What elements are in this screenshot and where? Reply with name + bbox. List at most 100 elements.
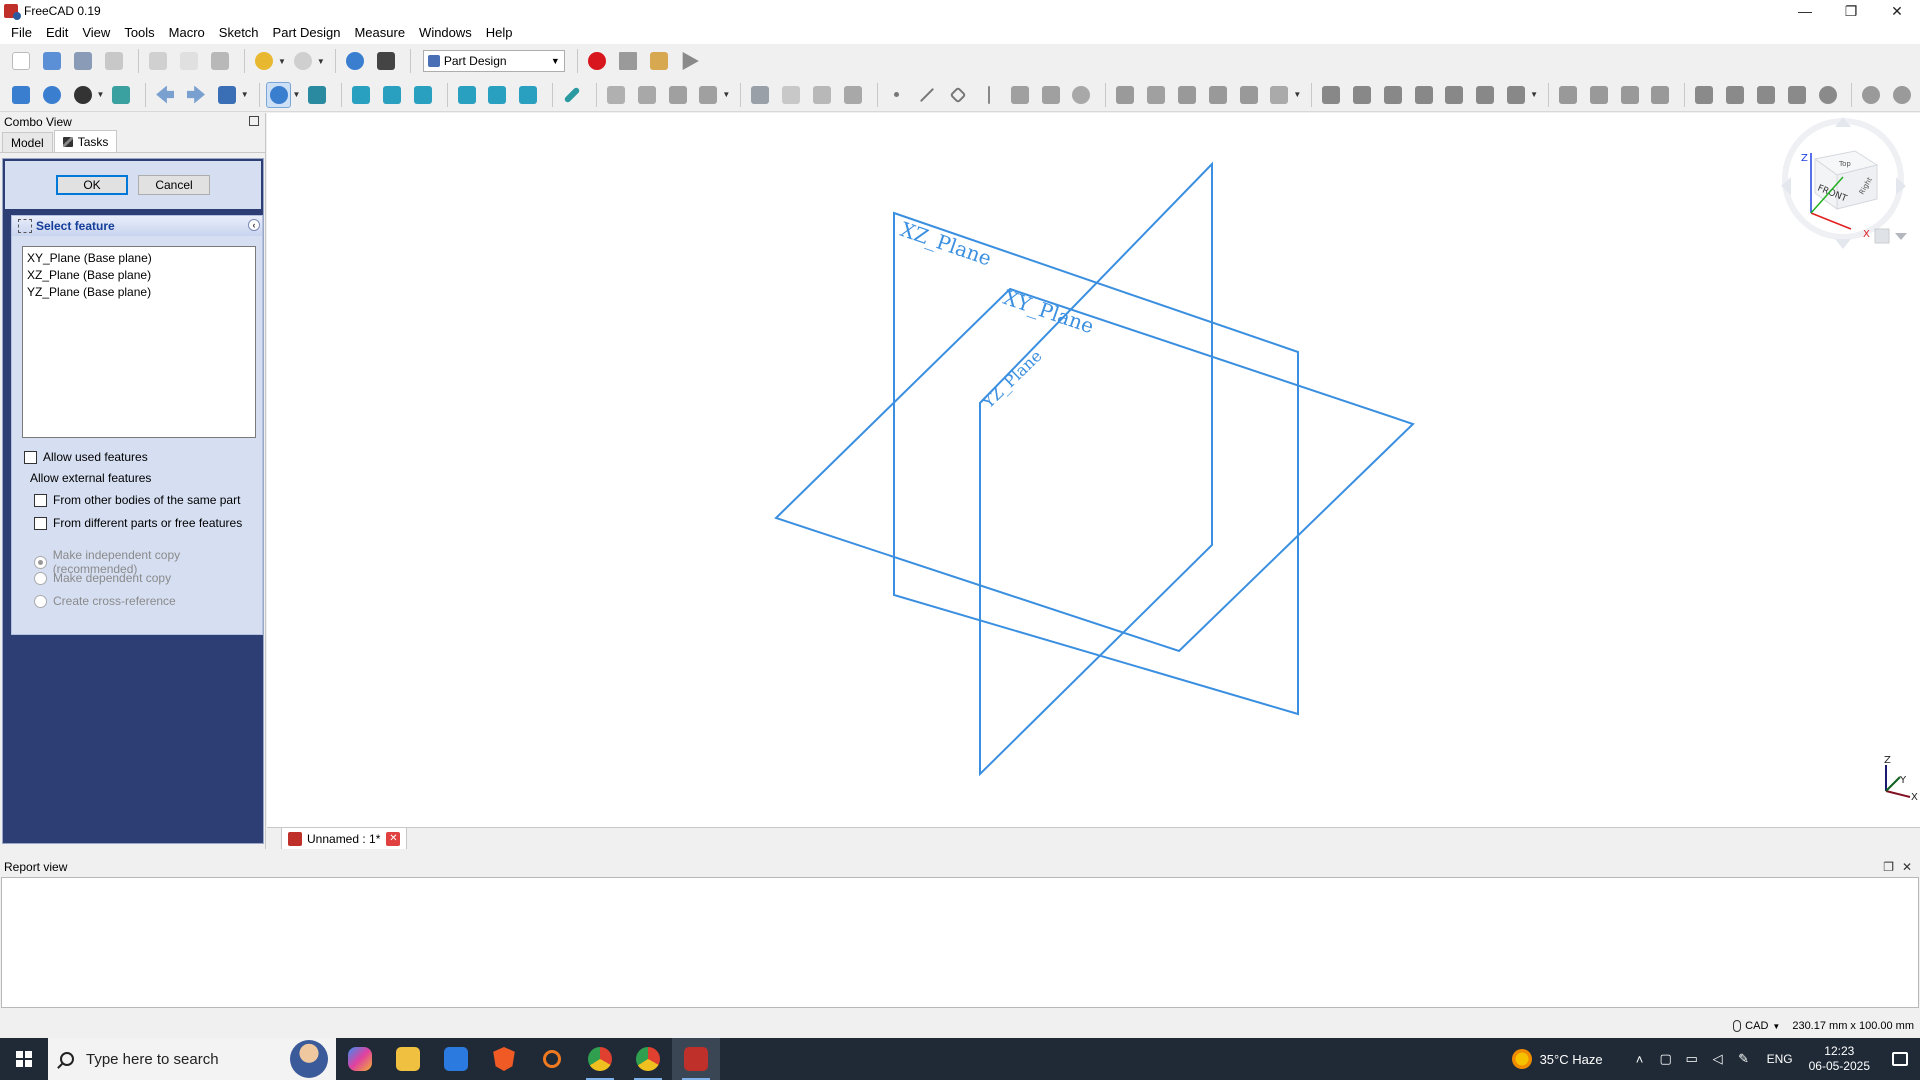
back-arrow-icon[interactable] (152, 82, 178, 108)
menu-macro[interactable]: Macro (162, 22, 212, 44)
top-view-icon[interactable] (379, 82, 405, 108)
additive-helix-icon[interactable] (1236, 82, 1262, 108)
from-other-bodies-option[interactable]: From other bodies of the same part (34, 493, 240, 507)
menu-edit[interactable]: Edit (39, 22, 75, 44)
pocket-icon[interactable] (1318, 82, 1344, 108)
from-other-bodies-checkbox[interactable] (34, 493, 47, 507)
linear-pattern-icon[interactable] (1586, 82, 1612, 108)
menu-windows[interactable]: Windows (412, 22, 479, 44)
subtractive-primitive-icon[interactable] (1503, 82, 1529, 108)
search-app-icon[interactable] (528, 1038, 576, 1080)
menu-part-design[interactable]: Part Design (266, 22, 348, 44)
allow-used-features-option[interactable]: Allow used features (24, 450, 148, 464)
create-body-icon[interactable] (603, 82, 629, 108)
workbench-selector[interactable]: Part Design ▼ (422, 50, 565, 72)
polar-pattern-icon[interactable] (1617, 82, 1643, 108)
start-button[interactable] (0, 1038, 48, 1080)
from-different-parts-option[interactable]: From different parts or free features (34, 516, 242, 530)
hole-icon[interactable] (1349, 82, 1375, 108)
macro-edit-icon[interactable] (646, 48, 672, 74)
thickness-icon[interactable] (1784, 82, 1810, 108)
menu-tools[interactable]: Tools (117, 22, 161, 44)
report-view-output[interactable] (1, 877, 1919, 1008)
notification-center-icon[interactable] (1880, 1038, 1920, 1080)
link-actions-dropdown-icon[interactable]: ▼ (722, 90, 730, 99)
additive-pipe-icon[interactable] (1205, 82, 1231, 108)
3d-scene[interactable]: XZ_Plane XY_Plane YZ_Plane Top FRONT Rig… (267, 113, 1920, 827)
clock[interactable]: 12:23 06-05-2025 (1809, 1044, 1870, 1074)
network-icon[interactable]: ▭ (1684, 1051, 1700, 1067)
link-icon[interactable] (665, 82, 691, 108)
redo-dropdown-icon[interactable]: ▼ (317, 57, 325, 66)
copy-icon[interactable] (176, 48, 202, 74)
rear-view-icon[interactable] (454, 82, 480, 108)
3d-view[interactable]: XZ_Plane XY_Plane YZ_Plane Top FRONT Rig… (267, 113, 1920, 827)
collapse-icon[interactable]: ‹ (248, 219, 260, 231)
navigation-style-selector[interactable]: CAD ▼ (1733, 1020, 1780, 1032)
menu-sketch[interactable]: Sketch (212, 22, 266, 44)
additive-primitive-dropdown-icon[interactable]: ▼ (1293, 90, 1301, 99)
weather-widget[interactable]: 35°C Haze (1511, 1049, 1603, 1069)
save-icon[interactable] (70, 48, 96, 74)
new-file-icon[interactable] (8, 48, 34, 74)
subtractive-primitive-dropdown-icon[interactable]: ▼ (1530, 90, 1538, 99)
pad-icon[interactable] (1112, 82, 1138, 108)
make-independent-copy-radio[interactable] (34, 555, 47, 569)
restore-button[interactable]: ❐ (1828, 0, 1874, 22)
feature-list[interactable]: XY_Plane (Base plane) XZ_Plane (Base pla… (22, 246, 256, 438)
cut-icon[interactable] (145, 48, 171, 74)
subshape-binder-icon[interactable] (1038, 82, 1064, 108)
draw-style-dropdown-icon[interactable]: ▼ (96, 90, 104, 99)
fit-selection-icon[interactable] (39, 82, 65, 108)
print-icon[interactable] (101, 48, 127, 74)
datum-point-icon[interactable] (884, 82, 910, 108)
file-explorer-icon[interactable] (384, 1038, 432, 1080)
zoom-dropdown-icon[interactable]: ▼ (292, 90, 300, 99)
revolution-icon[interactable] (1143, 82, 1169, 108)
datum-plane-icon[interactable] (945, 82, 971, 108)
clear-measure-icon[interactable] (1889, 82, 1915, 108)
xz-plane[interactable] (893, 211, 1299, 716)
subtractive-loft-icon[interactable] (1411, 82, 1437, 108)
clone-icon[interactable] (1069, 82, 1095, 108)
menu-help[interactable]: Help (479, 22, 520, 44)
measure-distance-icon[interactable] (559, 82, 585, 108)
left-view-icon[interactable] (515, 82, 541, 108)
create-cross-reference-option[interactable]: Create cross-reference (34, 594, 176, 608)
chrome-icon[interactable] (576, 1038, 624, 1080)
meet-now-icon[interactable]: ▢ (1658, 1051, 1674, 1067)
create-part-icon[interactable] (634, 82, 660, 108)
draw-style-icon[interactable] (70, 82, 96, 108)
validate-sketch-icon[interactable] (809, 82, 835, 108)
macro-record-icon[interactable] (584, 48, 610, 74)
ok-button[interactable]: OK (56, 175, 128, 195)
sync-view-icon[interactable] (214, 82, 240, 108)
redo-icon[interactable] (290, 48, 316, 74)
mirrored-icon[interactable] (1555, 82, 1581, 108)
toggle-measure-icon[interactable] (1858, 82, 1884, 108)
boolean-icon[interactable] (1815, 82, 1841, 108)
macro-execute-icon[interactable] (677, 48, 703, 74)
additive-primitive-icon[interactable] (1267, 82, 1293, 108)
create-cross-reference-radio[interactable] (34, 594, 47, 608)
menu-measure[interactable]: Measure (347, 22, 412, 44)
minimize-button[interactable]: — (1782, 0, 1828, 22)
document-tab[interactable]: Unnamed : 1* ✕ (281, 827, 408, 849)
chevron-up-icon[interactable]: ˄ (1632, 1051, 1648, 1067)
navcube-arrow-down[interactable] (1835, 239, 1851, 249)
link-actions-icon[interactable] (696, 82, 722, 108)
multi-transform-icon[interactable] (1647, 82, 1673, 108)
close-panel-icon[interactable]: ✕ (1902, 860, 1912, 874)
whats-this-icon[interactable] (373, 48, 399, 74)
undo-dropdown-icon[interactable]: ▼ (278, 57, 286, 66)
right-view-icon[interactable] (410, 82, 436, 108)
shape-binder-icon[interactable] (1007, 82, 1033, 108)
microsoft-store-icon[interactable] (432, 1038, 480, 1080)
make-dependent-copy-option[interactable]: Make dependent copy (34, 571, 171, 585)
allow-used-features-checkbox[interactable] (24, 450, 37, 464)
menu-view[interactable]: View (75, 22, 117, 44)
freecad-taskbar-icon[interactable] (672, 1038, 720, 1080)
from-different-parts-checkbox[interactable] (34, 516, 47, 530)
copilot-icon[interactable] (336, 1038, 384, 1080)
list-item[interactable]: XZ_Plane (Base plane) (27, 267, 251, 284)
